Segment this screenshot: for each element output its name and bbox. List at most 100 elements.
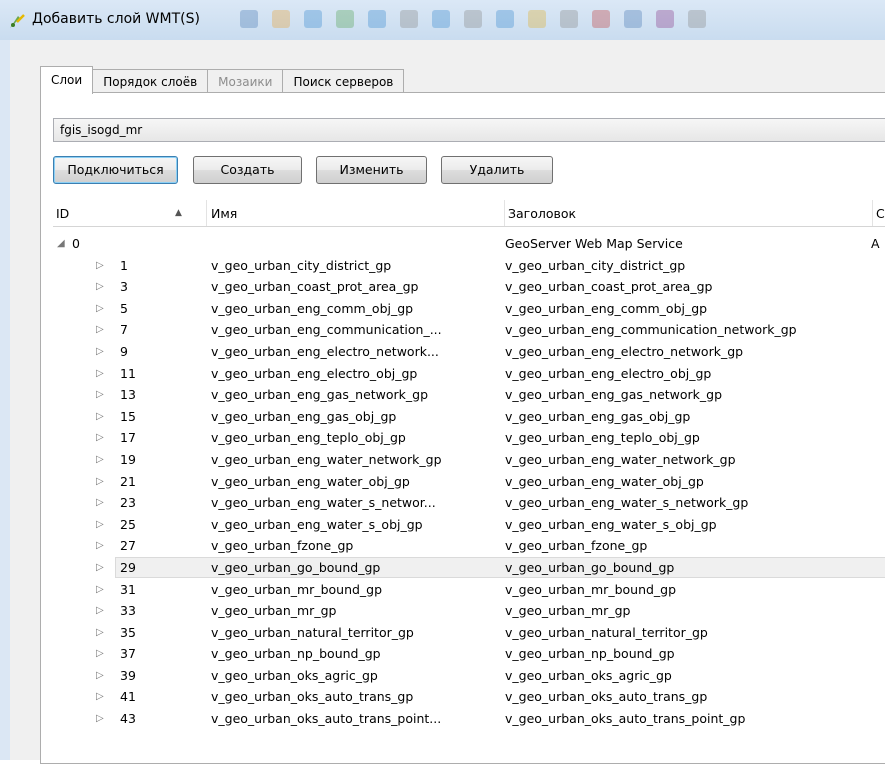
- row-id: 7: [120, 322, 128, 338]
- table-row[interactable]: ▷ 23 v_geo_urban_eng_water_s_networ... v_ge…: [53, 492, 885, 514]
- row-id: 27: [120, 538, 136, 554]
- expand-icon[interactable]: ▷: [96, 449, 110, 471]
- table-row[interactable]: ▷ 41 v_geo_urban_oks_auto_trans_gp v_geo_ur…: [53, 686, 885, 708]
- expand-icon[interactable]: ▷: [96, 686, 110, 708]
- table-row[interactable]: ▷ 43 v_geo_urban_oks_auto_trans_point... v_…: [53, 708, 885, 730]
- row-title: GeoServer Web Map Service: [505, 236, 683, 251]
- row-name: v_geo_urban_eng_gas_network_gp: [211, 387, 429, 403]
- column-header-title[interactable]: Заголовок: [505, 200, 873, 226]
- row-name: v_geo_urban_np_bound_gp: [211, 646, 381, 662]
- create-button[interactable]: Создать: [193, 156, 302, 184]
- row-title: v_geo_urban_eng_teplo_obj_gp: [505, 430, 700, 446]
- row-id: 43: [120, 711, 136, 727]
- expand-icon[interactable]: ▷: [96, 600, 110, 622]
- row-name: v_geo_urban_eng_electro_obj_gp: [211, 365, 418, 381]
- row-title: v_geo_urban_np_bound_gp: [505, 646, 675, 662]
- expand-icon[interactable]: ▷: [96, 492, 110, 514]
- table-row-root[interactable]: ◢ 0 GeoServer Web Map Service А: [53, 233, 885, 255]
- row-title: v_geo_urban_eng_water_s_obj_gp: [505, 516, 717, 532]
- expand-icon[interactable]: ▷: [96, 643, 110, 665]
- connect-button[interactable]: Подключиться: [53, 156, 178, 184]
- table-row[interactable]: ▷ 5 v_geo_urban_eng_comm_obj_gp v_geo_urban…: [53, 298, 885, 320]
- expand-icon[interactable]: ▷: [96, 255, 110, 277]
- edit-button[interactable]: Изменить: [316, 156, 427, 184]
- row-id: 3: [120, 279, 128, 295]
- row-title: v_geo_urban_eng_water_obj_gp: [505, 473, 704, 489]
- table-row[interactable]: ▷ 29 v_geo_urban_go_bound_gp v_geo_urban_go…: [53, 556, 885, 579]
- expand-icon[interactable]: ▷: [96, 579, 110, 601]
- row-id: 37: [120, 646, 136, 662]
- row-id: 0: [72, 236, 80, 251]
- tab-layer-order[interactable]: Порядок слоёв: [92, 69, 209, 94]
- row-id: 15: [120, 408, 136, 424]
- expand-icon[interactable]: ▷: [96, 384, 110, 406]
- sort-ascending-icon: ▲: [175, 208, 182, 218]
- table-row[interactable]: ▷ 19 v_geo_urban_eng_water_network_gp v_geo…: [53, 449, 885, 471]
- expand-icon[interactable]: ▷: [96, 363, 110, 385]
- expand-icon[interactable]: ▷: [96, 427, 110, 449]
- expand-icon[interactable]: ▷: [96, 535, 110, 557]
- row-id: 41: [120, 689, 136, 705]
- row-id: 17: [120, 430, 136, 446]
- delete-button[interactable]: Удалить: [441, 156, 553, 184]
- row-title: v_geo_urban_eng_gas_network_gp: [505, 387, 723, 403]
- column-header-id[interactable]: ID ▲: [53, 200, 207, 226]
- expand-icon[interactable]: ▷: [96, 471, 110, 493]
- row-name: v_geo_urban_coast_prot_area_gp: [211, 279, 419, 295]
- table-row[interactable]: ▷ 15 v_geo_urban_eng_gas_obj_gp v_geo_urban…: [53, 406, 885, 428]
- column-header-name[interactable]: Имя: [208, 200, 505, 226]
- window-titlebar: Добавить слой WMT(S): [0, 0, 885, 40]
- row-name: v_geo_urban_eng_communication_...: [211, 322, 442, 338]
- row-name: v_geo_urban_eng_teplo_obj_gp: [211, 430, 406, 446]
- row-name: v_geo_urban_oks_auto_trans_gp: [211, 689, 414, 705]
- table-row[interactable]: ▷ 27 v_geo_urban_fzone_gp v_geo_urban_fzone…: [53, 535, 885, 557]
- row-title: v_geo_urban_eng_electro_obj_gp: [505, 365, 712, 381]
- connection-select[interactable]: fgis_isogd_mr: [53, 118, 885, 142]
- table-row[interactable]: ▷ 7 v_geo_urban_eng_communication_... v_geo…: [53, 319, 885, 341]
- row-title: v_geo_urban_city_district_gp: [505, 257, 686, 273]
- table-row[interactable]: ▷ 17 v_geo_urban_eng_teplo_obj_gp v_geo_urb…: [53, 427, 885, 449]
- expand-icon[interactable]: ▷: [96, 557, 110, 579]
- row-id: 1: [120, 257, 128, 273]
- left-window-edge: [0, 40, 10, 760]
- layer-table-header: ID ▲ Имя Заголовок С: [53, 200, 885, 227]
- table-row[interactable]: ▷ 25 v_geo_urban_eng_water_s_obj_gp v_geo_u…: [53, 514, 885, 536]
- table-row[interactable]: ▷ 35 v_geo_urban_natural_territor_gp v_geo_…: [53, 622, 885, 644]
- table-row[interactable]: ▷ 21 v_geo_urban_eng_water_obj_gp v_geo_urb…: [53, 471, 885, 493]
- layer-tree: ◢ 0 GeoServer Web Map Service А ▷ 1 v_geo_…: [53, 233, 885, 730]
- row-name: v_geo_urban_eng_electro_network...: [211, 343, 439, 359]
- expand-icon[interactable]: ▷: [96, 276, 110, 298]
- table-row[interactable]: ▷ 3 v_geo_urban_coast_prot_area_gp v_geo_ur…: [53, 276, 885, 298]
- tab-server-search[interactable]: Поиск серверов: [282, 69, 405, 94]
- collapse-icon[interactable]: ◢: [57, 233, 71, 255]
- row-name: v_geo_urban_eng_water_s_obj_gp: [211, 516, 423, 532]
- expand-icon[interactable]: ▷: [96, 708, 110, 730]
- row-title: v_geo_urban_coast_prot_area_gp: [505, 279, 713, 295]
- expand-icon[interactable]: ▷: [96, 665, 110, 687]
- table-row[interactable]: ▷ 13 v_geo_urban_eng_gas_network_gp v_geo_u…: [53, 384, 885, 406]
- row-name: v_geo_urban_eng_water_obj_gp: [211, 473, 410, 489]
- table-row[interactable]: ▷ 39 v_geo_urban_oks_agric_gp v_geo_urban_o…: [53, 665, 885, 687]
- table-row[interactable]: ▷ 37 v_geo_urban_np_bound_gp v_geo_urban_np…: [53, 643, 885, 665]
- background-toolbar: [240, 8, 880, 30]
- row-name: v_geo_urban_oks_agric_gp: [211, 667, 378, 683]
- row-name: v_geo_urban_city_district_gp: [211, 257, 392, 273]
- expand-icon[interactable]: ▷: [96, 622, 110, 644]
- expand-icon[interactable]: ▷: [96, 341, 110, 363]
- expand-icon[interactable]: ▷: [96, 298, 110, 320]
- row-id: 13: [120, 387, 136, 403]
- table-row[interactable]: ▷ 9 v_geo_urban_eng_electro_network... v_ge…: [53, 341, 885, 363]
- table-row[interactable]: ▷ 1 v_geo_urban_city_district_gp v_geo_urba…: [53, 255, 885, 277]
- row-title: v_geo_urban_eng_water_network_gp: [505, 451, 736, 467]
- column-header-extra[interactable]: С: [873, 200, 885, 226]
- row-extra: А: [871, 236, 880, 251]
- table-row[interactable]: ▷ 31 v_geo_urban_mr_bound_gp v_geo_urban_mr…: [53, 579, 885, 601]
- expand-icon[interactable]: ▷: [96, 406, 110, 428]
- expand-icon[interactable]: ▷: [96, 319, 110, 341]
- row-id: 23: [120, 495, 136, 511]
- table-row[interactable]: ▷ 33 v_geo_urban_mr_gp v_geo_urban_mr_gp: [53, 600, 885, 622]
- expand-icon[interactable]: ▷: [96, 514, 110, 536]
- tab-layers[interactable]: Слои: [40, 66, 94, 94]
- row-title: v_geo_urban_fzone_gp: [505, 538, 648, 554]
- table-row[interactable]: ▷ 11 v_geo_urban_eng_electro_obj_gp v_geo_u…: [53, 363, 885, 385]
